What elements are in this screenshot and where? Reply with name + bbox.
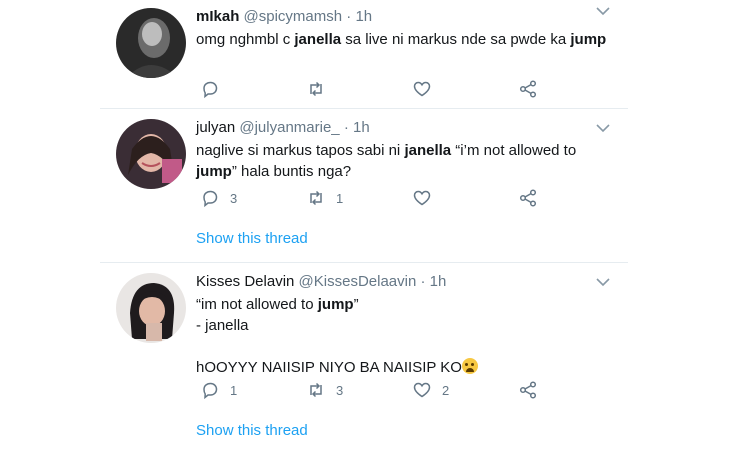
- tweet-text-segment: omg nghmbl c: [196, 31, 295, 48]
- reply-icon: [203, 190, 218, 208]
- retweet-button[interactable]: 3: [306, 379, 343, 401]
- reply-count: 1: [230, 382, 238, 398]
- share-button[interactable]: [518, 78, 538, 100]
- reply-button[interactable]: [200, 78, 230, 100]
- tweet-header: Kisses Delavin @KissesDelaavin · 1h: [196, 273, 616, 291]
- tweet-text-segment: ”: [353, 296, 359, 313]
- tweet-content: mIkah @spicymamsh · 1h omg nghmbl c jane…: [196, 8, 616, 50]
- retweet-icon: [310, 382, 322, 398]
- handle[interactable]: @julyanmarie_: [239, 119, 339, 136]
- tweet-text-highlight: jump: [317, 296, 354, 313]
- tweet-actions: 1 3 2: [196, 379, 576, 401]
- avatar[interactable]: [116, 8, 186, 78]
- show-thread-link[interactable]: Show this thread: [196, 230, 308, 247]
- heart-icon: [413, 81, 431, 97]
- share-button[interactable]: [518, 187, 538, 209]
- tweet-text-segment: “i’m not allowed to: [451, 142, 577, 159]
- reply-button[interactable]: 1: [200, 379, 237, 401]
- tweet[interactable]: mIkah @spicymamsh · 1h omg nghmbl c jane…: [100, 0, 628, 107]
- tweet-text: omg nghmbl c janella sa live ni markus n…: [196, 29, 616, 50]
- retweet-icon: [310, 81, 322, 97]
- chevron-down-icon[interactable]: [596, 277, 610, 287]
- tweet-header: mIkah @spicymamsh · 1h: [196, 8, 616, 26]
- tweet-actions: [196, 78, 576, 100]
- display-name[interactable]: mIkah: [196, 8, 239, 25]
- share-icon: [519, 381, 537, 399]
- handle[interactable]: @KissesDelaavin: [299, 273, 417, 290]
- like-button[interactable]: 2: [412, 379, 449, 401]
- tweet-text-highlight: janella: [404, 142, 452, 159]
- tweet-text-segment: ” hala buntis nga?: [231, 163, 352, 180]
- retweet-icon: [310, 190, 322, 206]
- reply-button[interactable]: 3: [200, 187, 237, 209]
- tweet[interactable]: julyan @julyanmarie_ · 1h naglive si mar…: [100, 109, 628, 259]
- show-thread-link[interactable]: Show this thread: [196, 422, 308, 439]
- tweet-text-segment: naglive si markus tapos sabi ni: [196, 142, 405, 159]
- tweet-text-line: hOOYYY NAIISIP NIYO BA NAIISIP KO: [196, 357, 616, 378]
- reply-count: 3: [230, 190, 238, 206]
- heart-icon: [413, 382, 431, 398]
- display-name[interactable]: julyan: [196, 119, 235, 136]
- tweet-text-line: “im not allowed to jump”: [196, 294, 616, 315]
- share-icon: [519, 80, 537, 98]
- chevron-down-icon[interactable]: [596, 123, 610, 133]
- timestamp[interactable]: · 1h: [346, 8, 372, 25]
- timestamp[interactable]: · 1h: [421, 273, 447, 290]
- reply-icon: [203, 382, 218, 400]
- tweet-feed: mIkah @spicymamsh · 1h omg nghmbl c jane…: [100, 0, 628, 450]
- tweet-actions: 3 1: [196, 187, 576, 209]
- retweet-button[interactable]: 1: [306, 187, 343, 209]
- tweet-text: “im not allowed to jump” - janella hOOYY…: [196, 294, 616, 378]
- tweet-text-highlight: janella: [294, 31, 342, 48]
- tweet-text-line: - janella: [196, 317, 249, 334]
- tweet-content: Kisses Delavin @KissesDelaavin · 1h “im …: [196, 273, 616, 378]
- like-button[interactable]: [412, 187, 442, 209]
- tweet-text: naglive si markus tapos sabi ni janella …: [196, 140, 606, 182]
- crying-face-emoji: [461, 358, 478, 374]
- tweet-text-highlight: jump: [196, 163, 232, 180]
- chevron-down-icon[interactable]: [596, 6, 610, 16]
- tweet-content: julyan @julyanmarie_ · 1h naglive si mar…: [196, 119, 616, 182]
- tweet-text-segment: “im not allowed to: [196, 296, 318, 313]
- retweet-count: 3: [336, 382, 344, 398]
- reply-icon: [203, 81, 218, 99]
- share-button[interactable]: [518, 379, 538, 401]
- tweet-text-segment: sa live ni markus nde sa pwde ka: [341, 31, 571, 48]
- tweet-header: julyan @julyanmarie_ · 1h: [196, 119, 616, 137]
- avatar[interactable]: [116, 119, 186, 189]
- display-name[interactable]: Kisses Delavin: [196, 273, 294, 290]
- handle[interactable]: @spicymamsh: [244, 8, 343, 25]
- retweet-button[interactable]: [306, 78, 336, 100]
- share-icon: [519, 189, 537, 207]
- tweet-text-segment: hOOYYY NAIISIP NIYO BA NAIISIP KO: [196, 359, 462, 376]
- like-button[interactable]: [412, 78, 442, 100]
- like-count: 2: [442, 382, 450, 398]
- heart-icon: [413, 190, 431, 206]
- tweet[interactable]: Kisses Delavin @KissesDelaavin · 1h “im …: [100, 263, 628, 450]
- tweet-text-highlight: jump: [570, 31, 607, 48]
- avatar[interactable]: [116, 273, 186, 343]
- timestamp[interactable]: · 1h: [344, 119, 370, 136]
- retweet-count: 1: [336, 190, 344, 206]
